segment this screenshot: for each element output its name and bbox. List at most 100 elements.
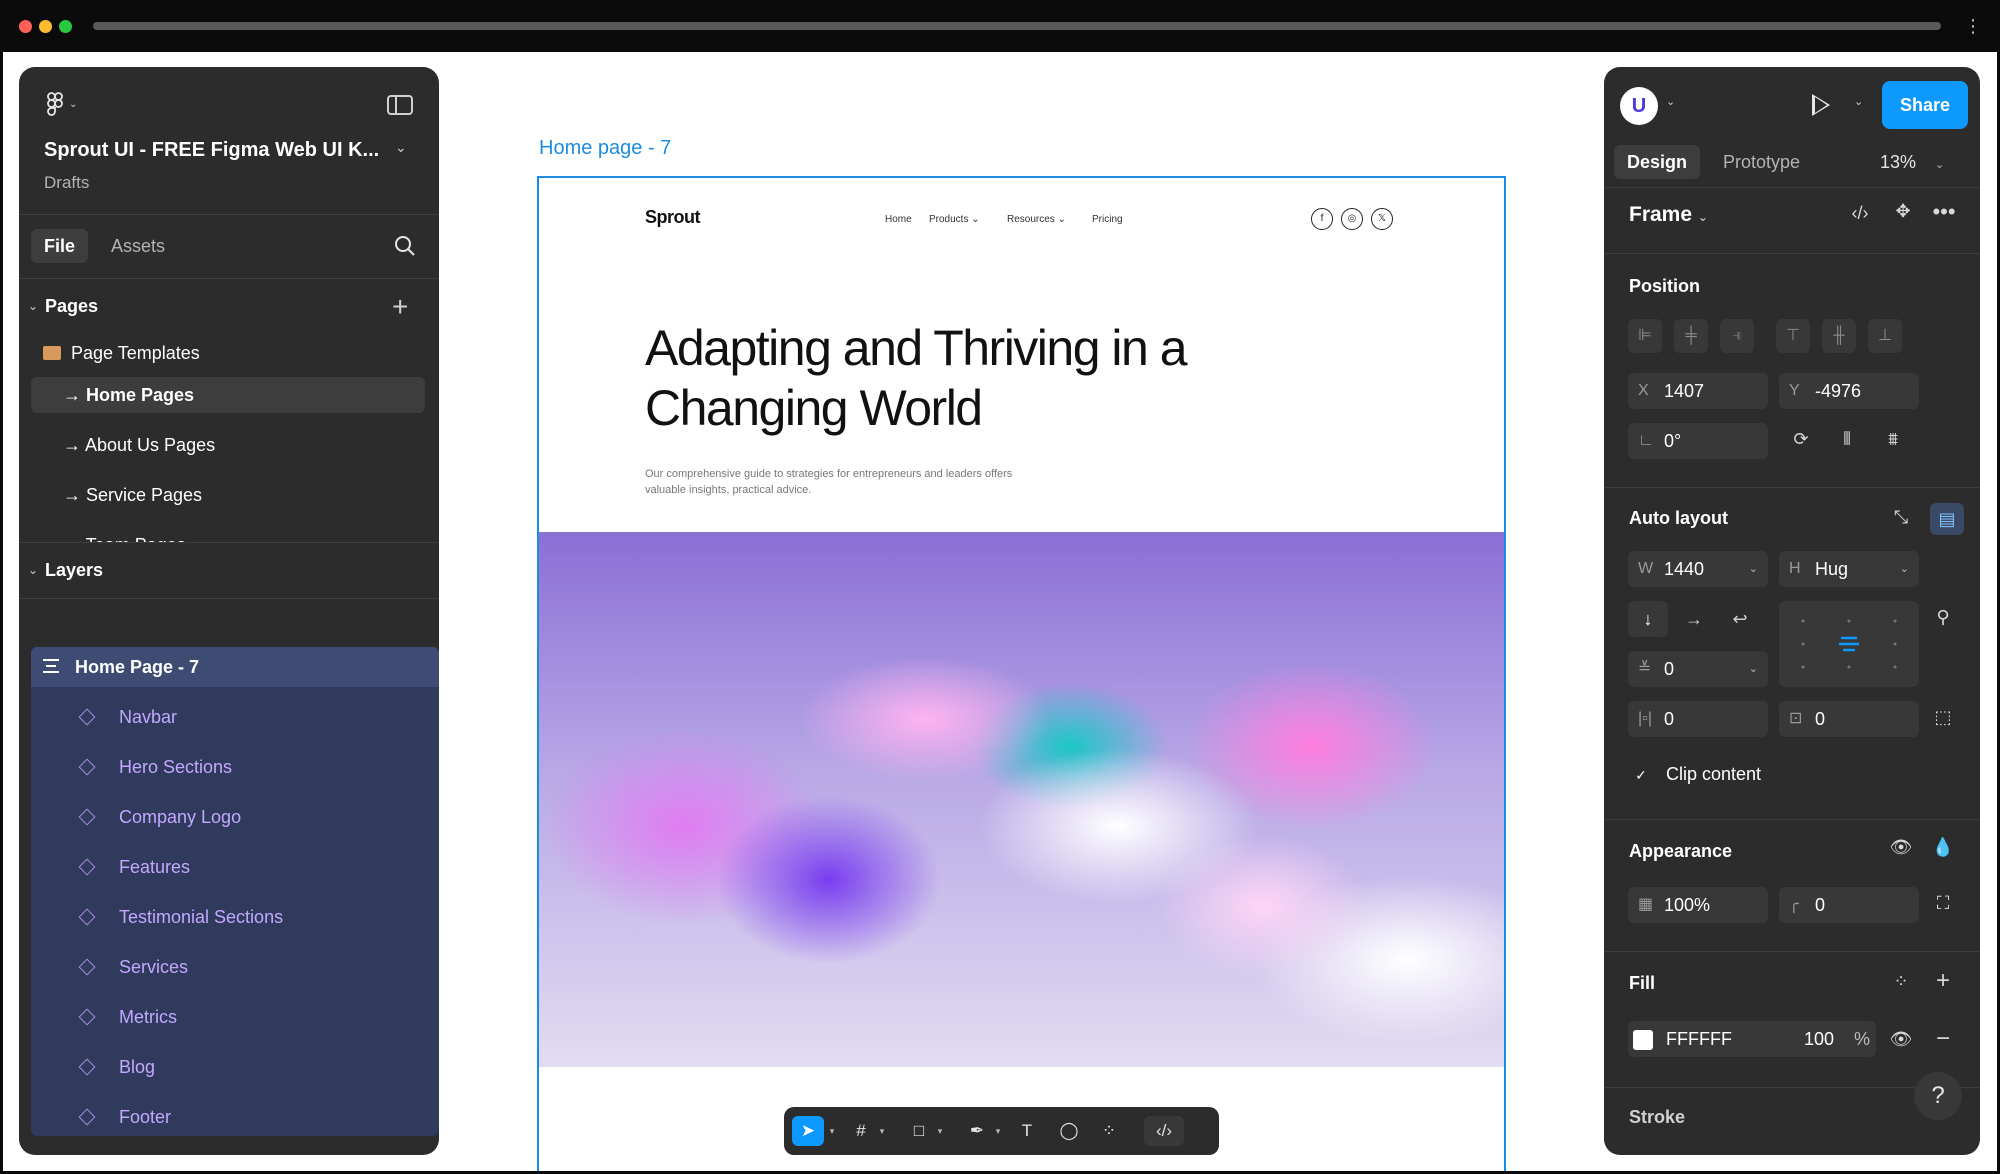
styles-grid-icon[interactable]: ⁘ — [1888, 971, 1914, 992]
selected-frame[interactable]: Sprout Home Products ⌄ Resources ⌄ Prici… — [537, 176, 1506, 1174]
tab-file[interactable]: File — [31, 229, 89, 263]
independent-corners-icon[interactable]: ⛶ — [1930, 893, 1956, 914]
zoom-level[interactable]: 13% ⌄ — [1880, 145, 1944, 182]
more-options-icon[interactable]: ••• — [1930, 199, 1958, 225]
eye-icon[interactable]: 👁 — [1888, 837, 1914, 858]
flip-vertical-icon[interactable]: ⩩ — [1880, 429, 1906, 450]
present-play-icon[interactable] — [1812, 94, 1830, 116]
help-button[interactable]: ? — [1914, 1072, 1962, 1120]
individual-padding-icon[interactable]: ⬚ — [1930, 707, 1956, 728]
tab-design[interactable]: Design — [1614, 145, 1701, 179]
eye-icon[interactable]: 👁 — [1888, 1029, 1914, 1050]
opacity-field[interactable]: ▦ 100% — [1628, 887, 1768, 923]
search-icon[interactable] — [394, 235, 416, 257]
page-item-home[interactable]: → Home Pages — [31, 377, 425, 413]
blend-mode-icon[interactable]: 💧 — [1930, 837, 1956, 858]
chevron-down-icon[interactable]: ⌄ — [1854, 95, 1863, 108]
frame-type-selector[interactable]: Frame ⌄ — [1629, 203, 1708, 227]
add-fill-icon[interactable]: + — [1930, 967, 1956, 995]
chevron-down-icon[interactable]: ⌄ — [28, 563, 38, 577]
chevron-down-icon[interactable]: ▾ — [876, 1116, 888, 1146]
direction-wrap-icon[interactable]: ↩ — [1720, 601, 1760, 637]
layer-item-metrics[interactable]: Metrics — [31, 997, 439, 1037]
layers-header[interactable]: ⌄ Layers — [19, 543, 439, 599]
align-center-h-icon[interactable]: ╪ — [1674, 319, 1708, 353]
comment-tool-icon[interactable]: ◯ — [1054, 1116, 1084, 1146]
layer-item-company-logo[interactable]: Company Logo — [31, 797, 439, 837]
dev-mode-icon[interactable]: ‹/› — [1144, 1116, 1184, 1146]
chevron-down-icon[interactable]: ▾ — [934, 1116, 946, 1146]
file-title[interactable]: Sprout UI - FREE Figma Web UI K... — [44, 139, 379, 162]
component-icon[interactable]: ✥ — [1890, 201, 1916, 222]
corner-radius-field[interactable]: ╭ 0 — [1779, 887, 1919, 923]
flip-horizontal-icon[interactable]: ⫴ — [1834, 429, 1860, 450]
padding-vertical-field[interactable]: ⊡ 0 — [1779, 701, 1919, 737]
maximize-window-button[interactable] — [59, 20, 72, 33]
chevron-down-icon[interactable]: ▾ — [992, 1116, 1004, 1146]
address-bar[interactable] — [93, 22, 1941, 30]
layer-item-services[interactable]: Services — [31, 947, 439, 987]
chevron-down-icon[interactable]: ⌄ — [1666, 95, 1675, 108]
layer-item-testimonials[interactable]: Testimonial Sections — [31, 897, 439, 937]
actions-tool-icon[interactable]: ⁘ — [1094, 1116, 1124, 1146]
rotate-icon[interactable]: ⟳ — [1788, 429, 1814, 450]
align-middle-v-icon[interactable]: ╫ — [1822, 319, 1856, 353]
height-field[interactable]: H Hug ⌄ — [1779, 551, 1919, 587]
padding-horizontal-field[interactable]: |▫| 0 — [1628, 701, 1768, 737]
collapse-icon[interactable]: ⤡ — [1888, 507, 1914, 528]
auto-layout-settings-icon[interactable]: ▤ — [1930, 503, 1964, 535]
close-window-button[interactable] — [19, 20, 32, 33]
code-icon[interactable]: ‹/› — [1847, 203, 1873, 224]
move-tool-icon[interactable]: ➤ — [792, 1116, 824, 1146]
share-button[interactable]: Share — [1882, 81, 1968, 129]
page-label: Page Templates — [71, 343, 200, 363]
clip-content-checkbox[interactable]: ✓ — [1632, 766, 1650, 784]
file-location[interactable]: Drafts — [44, 173, 89, 193]
frame-tool-icon[interactable]: # — [846, 1116, 876, 1146]
remove-fill-icon[interactable]: − — [1930, 1025, 1956, 1053]
rectangle-tool-icon[interactable]: □ — [904, 1116, 934, 1146]
rotation-field[interactable]: ∟ 0° — [1628, 423, 1768, 459]
direction-vertical-icon[interactable]: ↓ — [1628, 601, 1668, 637]
gap-field[interactable]: ≚ 0 ⌄ — [1628, 651, 1768, 687]
fill-color-field[interactable]: FFFFFF 100 % — [1628, 1021, 1876, 1057]
minimize-window-button[interactable] — [39, 20, 52, 33]
layer-item-navbar[interactable]: Navbar — [31, 697, 439, 737]
fill-color-swatch[interactable] — [1633, 1030, 1653, 1050]
layout-settings-icon[interactable]: ⚲ — [1930, 607, 1956, 628]
sidebar-toggle-icon[interactable] — [387, 95, 413, 115]
add-page-icon[interactable]: + — [392, 291, 408, 323]
layer-root-frame[interactable]: Home Page - 7 — [31, 647, 439, 687]
opacity-icon: ▦ — [1638, 896, 1654, 913]
direction-horizontal-icon[interactable]: → — [1674, 601, 1714, 637]
pen-tool-icon[interactable]: ✒ — [962, 1116, 992, 1146]
page-item-templates[interactable]: Page Templates — [31, 335, 425, 371]
avatar[interactable]: U — [1620, 87, 1658, 125]
tab-prototype[interactable]: Prototype — [1723, 145, 1800, 179]
layer-item-footer[interactable]: Footer — [31, 1097, 439, 1136]
chevron-down-icon[interactable]: ▾ — [826, 1116, 838, 1146]
layer-item-blog[interactable]: Blog — [31, 1047, 439, 1087]
alignment-grid[interactable] — [1779, 601, 1919, 687]
auto-layout-heading: Auto layout — [1629, 508, 1728, 528]
width-field[interactable]: W 1440 ⌄ — [1628, 551, 1768, 587]
align-left-icon[interactable]: ⊫ — [1628, 319, 1662, 353]
x-position-field[interactable]: X 1407 — [1628, 373, 1768, 409]
align-bottom-icon[interactable]: ⊥ — [1868, 319, 1902, 353]
y-position-field[interactable]: Y -4976 — [1779, 373, 1919, 409]
frame-label[interactable]: Home page - 7 — [539, 137, 671, 160]
pages-header[interactable]: ⌄ Pages + — [19, 279, 439, 335]
text-tool-icon[interactable]: T — [1012, 1116, 1042, 1146]
align-right-icon[interactable]: ⫣ — [1720, 319, 1754, 353]
chevron-down-icon[interactable]: ⌄ — [395, 139, 407, 156]
chevron-down-icon[interactable]: ⌄ — [28, 299, 38, 313]
tab-assets[interactable]: Assets — [111, 229, 165, 263]
browser-menu-icon[interactable]: ⋮ — [1963, 14, 1983, 38]
layer-item-features[interactable]: Features — [31, 847, 439, 887]
layer-item-hero[interactable]: Hero Sections — [31, 747, 439, 787]
page-item-about[interactable]: → About Us Pages — [31, 427, 425, 463]
main-menu-button[interactable]: ⌄ — [47, 91, 87, 117]
page-item-service[interactable]: → Service Pages — [31, 477, 425, 513]
page-item-team[interactable]: → Team Pages — [31, 527, 425, 542]
align-top-icon[interactable]: ⊤ — [1776, 319, 1810, 353]
